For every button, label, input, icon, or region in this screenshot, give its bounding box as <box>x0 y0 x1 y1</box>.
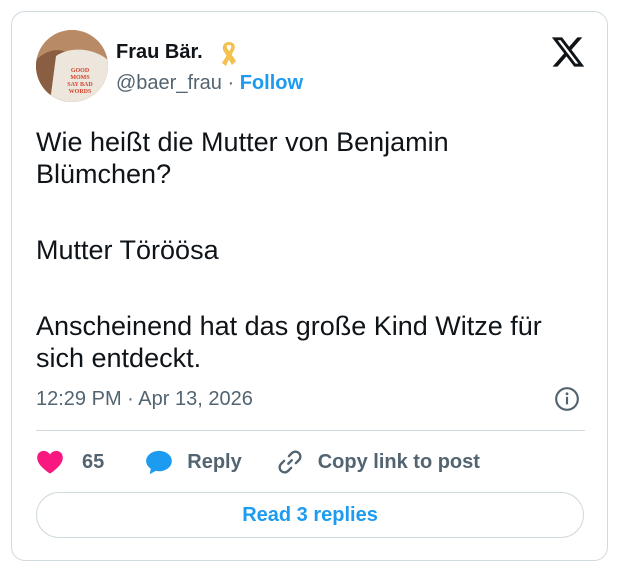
gold-ribbon-icon <box>222 42 236 66</box>
tweet-paragraph: Wie heißt die Mutter von Benjamin Blümch… <box>36 127 449 189</box>
action-bar: 65 Reply Copy link to post <box>36 448 480 476</box>
x-logo-icon[interactable] <box>550 34 586 70</box>
info-icon[interactable] <box>554 386 580 412</box>
read-replies-button[interactable]: Read 3 replies <box>36 492 584 538</box>
copy-link-button[interactable]: Copy link to post <box>276 448 480 476</box>
author-name[interactable]: Frau Bär. <box>116 40 203 64</box>
reply-button[interactable]: Reply <box>145 449 242 475</box>
reply-label: Reply <box>187 450 242 473</box>
reply-bubble-icon <box>146 450 173 475</box>
timestamp[interactable]: 12:29 PM · Apr 13, 2026 <box>36 387 253 411</box>
heart-icon <box>37 450 63 474</box>
tweet-time: 12:29 PM <box>36 388 122 410</box>
author-handle-row: @baer_frau · Follow <box>116 71 303 95</box>
tweet-paragraph: Anscheinend hat das große Kind Witze für… <box>36 311 542 373</box>
like-count: 65 <box>82 450 105 473</box>
separator-dot: · <box>127 388 139 410</box>
follow-button[interactable]: Follow <box>240 72 303 94</box>
tweet-card: GOOD MOMS SAY BAD WORDS Frau Bär. @baer_… <box>11 11 608 561</box>
avatar[interactable]: GOOD MOMS SAY BAD WORDS <box>36 30 108 102</box>
svg-text:SAY BAD: SAY BAD <box>67 82 93 88</box>
link-icon <box>278 450 302 474</box>
svg-text:MOMS: MOMS <box>70 75 90 81</box>
tweet-date: Apr 13, 2026 <box>138 388 253 410</box>
tweet-text: Wie heißt die Mutter von Benjamin Blümch… <box>36 126 576 374</box>
separator-dot: · <box>227 72 240 94</box>
svg-text:GOOD: GOOD <box>71 68 90 74</box>
author-handle[interactable]: @baer_frau <box>116 72 222 94</box>
avatar-image: GOOD MOMS SAY BAD WORDS <box>36 30 108 102</box>
tweet-paragraph: Mutter Töröösa <box>36 235 219 265</box>
divider <box>36 430 585 431</box>
svg-text:WORDS: WORDS <box>69 89 92 95</box>
like-button[interactable]: 65 <box>36 449 104 475</box>
copy-link-label: Copy link to post <box>317 450 480 473</box>
